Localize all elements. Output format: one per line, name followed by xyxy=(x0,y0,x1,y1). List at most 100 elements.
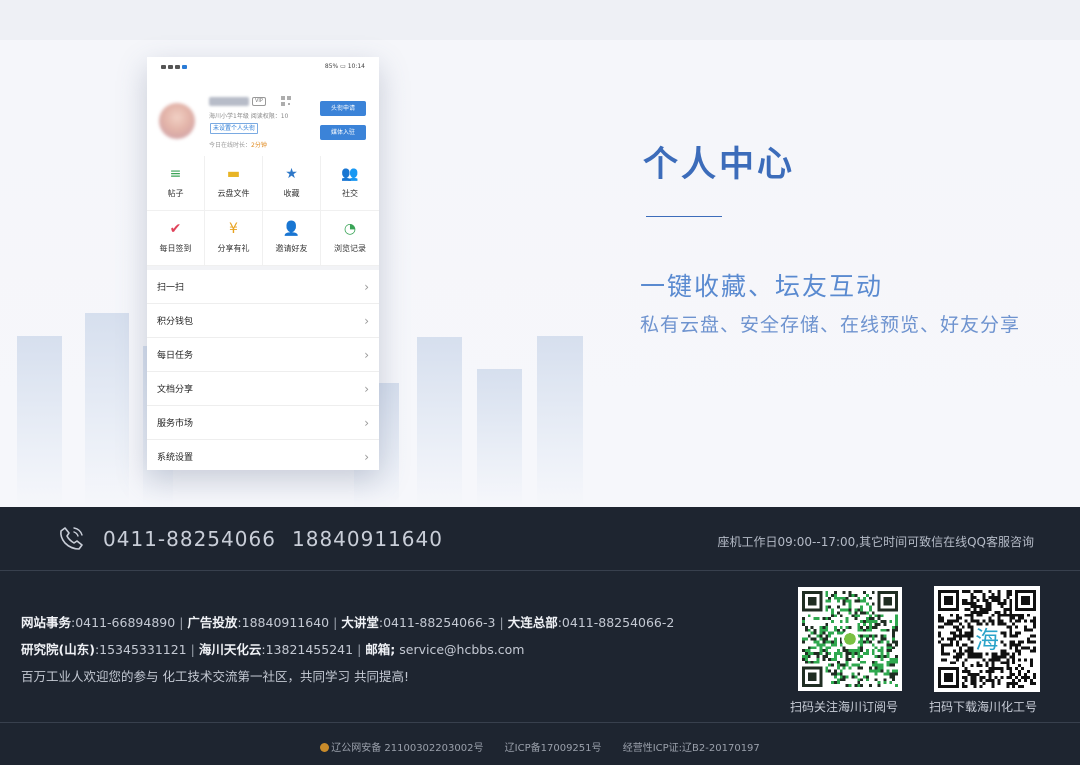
separator: | xyxy=(179,615,184,630)
app-notification-icon xyxy=(182,64,187,69)
menu-item[interactable]: 扫一扫 › xyxy=(147,270,379,304)
contact-key: 研究院(山东) xyxy=(21,642,95,657)
contact-row: 研究院(山东):15345331121 | 海川天化云:13821455241 | 邮箱… xyxy=(21,636,674,663)
menu-item[interactable]: 系统设置 › xyxy=(147,440,379,470)
menu-item-label: 每日任务 xyxy=(157,351,194,361)
skyline-bar xyxy=(85,313,129,507)
hero-section: 85% ▭ 10:14 VIP 海川小学1年级 阅读权限：10 未设置个人头衔 … xyxy=(0,0,1080,507)
feature-clock[interactable]: ◔ 浏览记录 xyxy=(321,211,379,266)
contact-key: 网站事务 xyxy=(21,615,72,630)
phone-mockup: 85% ▭ 10:14 VIP 海川小学1年级 阅读权限：10 未设置个人头衔 … xyxy=(147,57,379,470)
chevron-right-icon: › xyxy=(364,347,369,362)
contact-value[interactable]: :13821455241 xyxy=(261,642,353,657)
menu-item-label: 扫一扫 xyxy=(157,283,185,293)
wifi-icon xyxy=(168,64,173,69)
status-icons xyxy=(161,64,187,69)
chevron-right-icon: › xyxy=(364,381,369,396)
feature-label: 邀请好友 xyxy=(275,244,308,253)
feature-label: 云盘文件 xyxy=(217,189,250,198)
phone-icon xyxy=(60,527,83,550)
feature-label: 分享有礼 xyxy=(217,244,250,253)
users-icon: 👥 xyxy=(341,166,359,182)
feature-label: 浏览记录 xyxy=(334,244,366,253)
skyline-bar xyxy=(537,336,583,507)
menu-item-label: 服务市场 xyxy=(157,419,194,429)
menu-item-label: 系统设置 xyxy=(157,453,194,463)
qr-code-icon[interactable] xyxy=(281,96,291,106)
feature-grid: ≡ 帖子 ▬ 云盘文件 ★ 收藏 👥 社交 ✔ 每日签到 ¥ 分享有礼 👤 邀请好友 ◔ 浏览记录 xyxy=(147,156,379,266)
settings-menu: 扫一扫 › 积分钱包 › 每日任务 › 文档分享 › 服务市场 › 系统设置 › xyxy=(147,270,379,470)
contact-value[interactable]: :15345331121 xyxy=(95,642,187,657)
menu-item-label: 积分钱包 xyxy=(157,317,194,327)
menu-item[interactable]: 积分钱包 › xyxy=(147,304,379,338)
police-badge-icon xyxy=(320,743,330,752)
chevron-right-icon: › xyxy=(364,415,369,430)
calendar-check-icon: ✔ xyxy=(169,221,182,237)
qr-caption-wechat: 扫码关注海川订阅号 xyxy=(790,700,899,714)
menu-item-label: 文档分享 xyxy=(157,385,194,395)
service-hours: 座机工作日09:00--17:00,其它时间可致信在线QQ客服咨询 xyxy=(717,535,1034,549)
footer: 0411-88254066 18840911640 座机工作日09:00--17… xyxy=(0,507,1080,765)
feature-star[interactable]: ★ 收藏 xyxy=(263,156,321,211)
icp-record[interactable]: 辽ICP备17009251号 xyxy=(505,743,602,754)
feature-label: 收藏 xyxy=(283,189,300,198)
contact-key: 大连总部 xyxy=(507,615,558,630)
vip-badge: VIP xyxy=(252,97,266,106)
icp-license[interactable]: 经营性ICP证:辽B2-20170197 xyxy=(623,743,760,754)
icp-info: 辽公网安备 21100302203002号 辽ICP备17009251号 经营性… xyxy=(0,739,1080,754)
separator: | xyxy=(333,615,338,630)
feature-post-list[interactable]: ≡ 帖子 xyxy=(147,156,205,211)
feature-coin[interactable]: ¥ 分享有礼 xyxy=(205,211,263,266)
menu-item[interactable]: 每日任务 › xyxy=(147,338,379,372)
skyline-bar xyxy=(417,337,462,507)
qr-center-logo: 海 xyxy=(975,626,999,654)
footer-divider xyxy=(0,570,1080,571)
contact-value[interactable]: :0411-66894890 xyxy=(71,615,175,630)
user-level: 海川小学1年级 阅读权限：10 xyxy=(209,113,289,120)
contact-value[interactable]: :18840911640 xyxy=(237,615,329,630)
title-underline xyxy=(646,216,722,217)
skyline-bar xyxy=(477,369,522,507)
chevron-right-icon: › xyxy=(364,313,369,328)
username-blurred xyxy=(209,97,249,106)
app-download-qr-code: 海 xyxy=(934,586,1040,692)
feature-calendar-check[interactable]: ✔ 每日签到 xyxy=(147,211,205,266)
contact-row: 网站事务:0411-66894890 | 广告投放:18840911640 | 大讲堂:… xyxy=(21,609,674,636)
chevron-right-icon: › xyxy=(364,449,369,464)
menu-item[interactable]: 服务市场 › xyxy=(147,406,379,440)
coin-icon: ¥ xyxy=(229,221,238,237)
signal-icon xyxy=(161,64,166,69)
contact-value[interactable]: :0411-88254066-2 xyxy=(558,615,675,630)
separator: | xyxy=(499,615,504,630)
post-list-icon: ≡ xyxy=(169,166,182,182)
landline-number[interactable]: 0411-88254066 xyxy=(103,527,276,551)
contact-value[interactable]: service@hcbbs.com xyxy=(395,642,524,657)
footer-divider xyxy=(0,722,1080,723)
media-join-button[interactable]: 媒体入驻 xyxy=(320,125,366,140)
feature-label: 每日签到 xyxy=(159,244,192,253)
separator: | xyxy=(357,642,362,657)
apply-title-button[interactable]: 头衔申请 xyxy=(320,101,366,116)
add-friend-icon: 👤 xyxy=(282,221,301,237)
menu-item[interactable]: 文档分享 › xyxy=(147,372,379,406)
hero-subtitle: 一键收藏、坛友互动 xyxy=(640,272,884,301)
qr-caption-app: 扫码下载海川化工号 xyxy=(929,700,1038,714)
police-record[interactable]: 辽公网安备 21100302203002号 xyxy=(320,743,483,754)
hero-title: 个人中心 xyxy=(643,145,796,185)
slogan: 百万工业人欢迎您的参与 化工技术交流第一社区，共同学习 共同提高! xyxy=(21,669,409,684)
mobile-number[interactable]: 18840911640 xyxy=(292,527,443,551)
contact-list: 网站事务:0411-66894890 | 广告投放:18840911640 | 大讲堂:… xyxy=(21,609,674,690)
feature-users[interactable]: 👥 社交 xyxy=(321,156,379,211)
set-title-button[interactable]: 未设置个人头衔 xyxy=(210,123,259,134)
contact-key: 广告投放 xyxy=(187,615,238,630)
feature-add-friend[interactable]: 👤 邀请好友 xyxy=(263,211,321,266)
feature-label: 帖子 xyxy=(167,189,184,198)
online-duration: 今日在线时长：2分钟 xyxy=(209,142,267,149)
skyline-bar xyxy=(17,336,62,507)
clock-icon: ◔ xyxy=(343,221,357,237)
wechat-qr-code xyxy=(798,587,902,691)
feature-folder[interactable]: ▬ 云盘文件 xyxy=(205,156,263,211)
contact-value[interactable]: :0411-88254066-3 xyxy=(379,615,496,630)
status-bar: 85% ▭ 10:14 xyxy=(147,57,379,76)
avatar[interactable] xyxy=(159,103,195,139)
